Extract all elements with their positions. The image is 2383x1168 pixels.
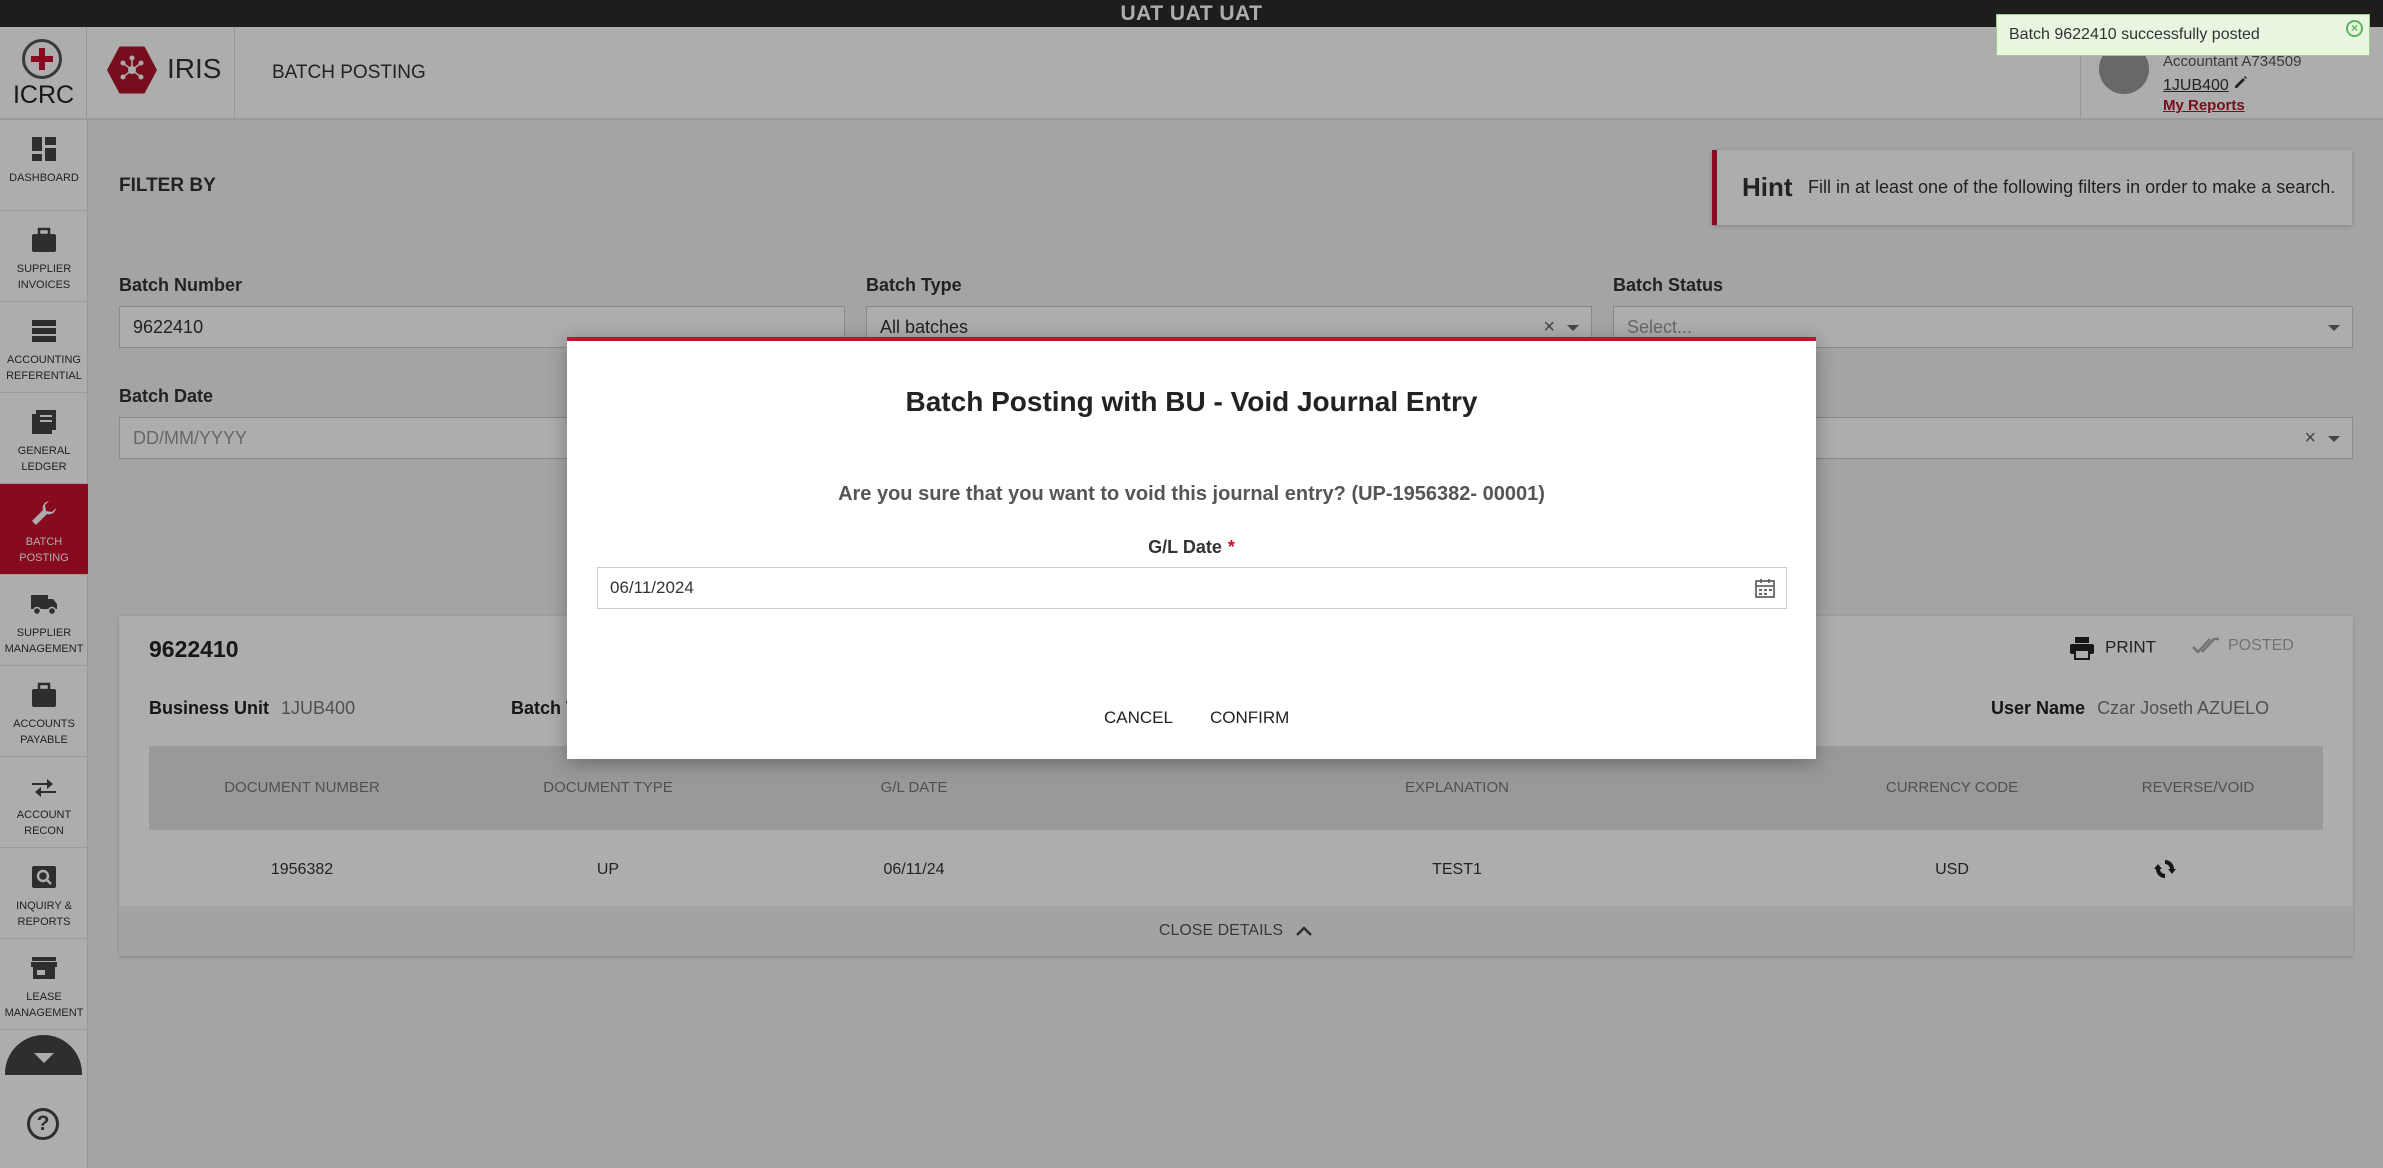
close-icon[interactable]: × xyxy=(2346,20,2363,37)
void-journal-entry-dialog: Batch Posting with BU - Void Journal Ent… xyxy=(567,337,1816,759)
toast-message: Batch 9622410 successfully posted xyxy=(2009,26,2260,43)
required-mark: * xyxy=(1227,537,1235,557)
gl-date-label: G/L Date * xyxy=(567,537,1816,558)
success-toast: Batch 9622410 successfully posted × xyxy=(1996,14,2370,56)
gl-date-value: 06/11/2024 xyxy=(610,578,694,597)
dialog-question: Are you sure that you want to void this … xyxy=(838,483,1545,505)
gl-date-label-text: G/L Date xyxy=(1148,537,1222,557)
gl-date-input[interactable]: 06/11/2024 xyxy=(597,567,1787,609)
calendar-icon[interactable] xyxy=(1754,577,1776,599)
cancel-button[interactable]: CANCEL xyxy=(1104,708,1173,728)
dialog-title: Batch Posting with BU - Void Journal Ent… xyxy=(905,386,1478,417)
confirm-button[interactable]: CONFIRM xyxy=(1210,708,1289,728)
